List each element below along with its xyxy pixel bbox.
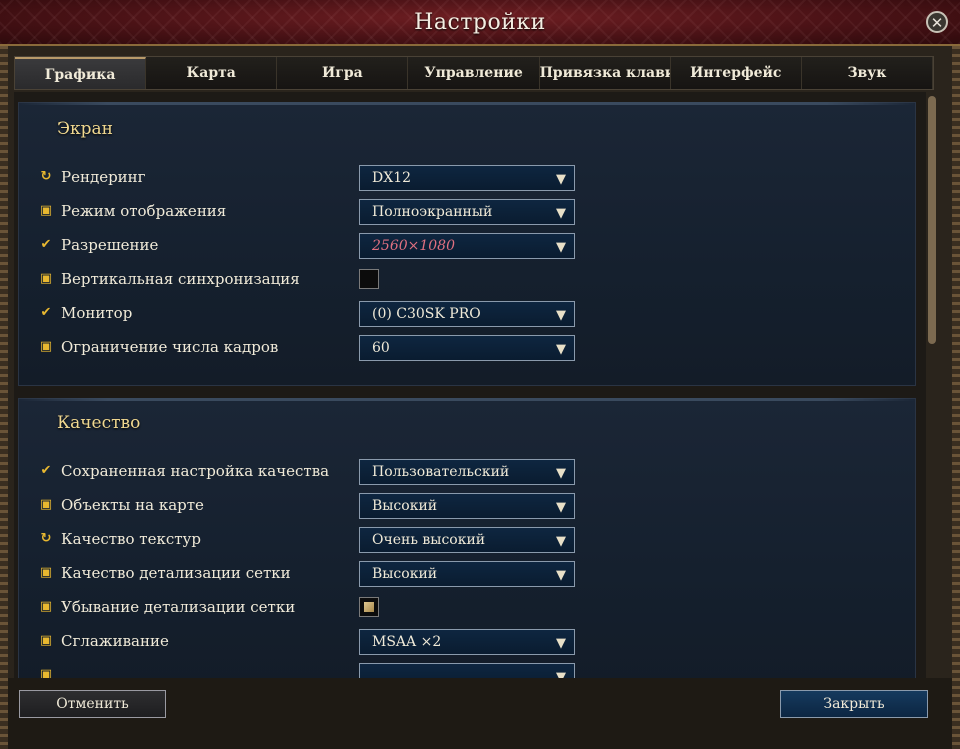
setting-row-resolution: ✔ Разрешение 2560×1080 ▼ xyxy=(39,233,575,259)
setting-row-display-mode: ▣ Режим отображения Полноэкранный ▼ xyxy=(39,199,575,225)
section-quality: Качество ✔ Сохраненная настройка качеств… xyxy=(18,398,916,678)
setting-row-antialiasing: ▣ Сглаживание MSAA ×2 ▼ xyxy=(39,629,575,655)
chevron-down-icon: ▼ xyxy=(556,342,566,357)
dropdown-value: Высокий xyxy=(372,566,438,582)
tab-map[interactable]: Карта xyxy=(146,57,278,89)
save-icon: ▣ xyxy=(39,203,53,218)
dropdown-value: (0) C30SK PRO xyxy=(372,306,481,322)
setting-row-mesh-falloff: ▣ Убывание детализации сетки xyxy=(39,595,569,621)
section-screen: Экран ↻ Рендеринг DX12 ▼ ▣ Режим отображ… xyxy=(18,102,916,386)
save-icon: ▣ xyxy=(39,565,53,580)
monitor-dropdown[interactable]: (0) C30SK PRO ▼ xyxy=(359,301,575,327)
chevron-down-icon: ▼ xyxy=(556,308,566,323)
apply-check-icon: ✔ xyxy=(40,237,52,252)
tab-interface[interactable]: Интерфейс xyxy=(670,57,802,89)
chevron-down-icon: ▼ xyxy=(556,534,566,549)
chevron-down-icon: ▼ xyxy=(556,206,566,221)
save-icon: ▣ xyxy=(39,633,53,648)
title-bar: Настройки ✕ xyxy=(0,0,960,46)
fps-limit-dropdown[interactable]: 60 ▼ xyxy=(359,335,575,361)
chevron-down-icon: ▼ xyxy=(556,172,566,187)
dropdown-value: MSAA ×2 xyxy=(372,634,442,650)
refresh-icon: ↻ xyxy=(40,531,52,546)
refresh-icon: ↻ xyxy=(40,169,52,184)
cancel-button[interactable]: Отменить xyxy=(19,690,166,718)
dropdown-value: DX12 xyxy=(372,170,412,186)
scrollbar-thumb[interactable] xyxy=(928,96,936,344)
section-title: Экран xyxy=(57,119,113,139)
mesh-detail-dropdown[interactable]: Высокий ▼ xyxy=(359,561,575,587)
save-icon: ▣ xyxy=(39,599,53,614)
setting-row-vsync: ▣ Вертикальная синхронизация xyxy=(39,267,569,293)
setting-row-monitor: ✔ Монитор (0) C30SK PRO ▼ xyxy=(39,301,575,327)
setting-label: Режим отображения xyxy=(61,202,227,220)
section-title: Качество xyxy=(57,413,141,433)
setting-row-fps-limit: ▣ Ограничение числа кадров 60 ▼ xyxy=(39,335,575,361)
tab-sound[interactable]: Звук xyxy=(801,57,933,89)
setting-label: Монитор xyxy=(61,304,133,322)
texture-quality-dropdown[interactable]: Очень высокий ▼ xyxy=(359,527,575,553)
mesh-falloff-checkbox[interactable] xyxy=(359,597,379,617)
resolution-dropdown[interactable]: 2560×1080 ▼ xyxy=(359,233,575,259)
setting-row-map-objects: ▣ Объекты на карте Высокий ▼ xyxy=(39,493,575,519)
chevron-down-icon: ▼ xyxy=(556,670,566,678)
settings-content[interactable]: Экран ↻ Рендеринг DX12 ▼ ▣ Режим отображ… xyxy=(14,92,926,678)
chevron-down-icon: ▼ xyxy=(556,636,566,651)
save-icon: ▣ xyxy=(39,271,53,286)
setting-row-mesh-detail: ▣ Качество детализации сетки Высокий ▼ xyxy=(39,561,575,587)
dropdown-value: Высокий xyxy=(372,498,438,514)
map-objects-dropdown[interactable]: Высокий ▼ xyxy=(359,493,575,519)
quality-preset-dropdown[interactable]: Пользовательский ▼ xyxy=(359,459,575,485)
dropdown-value: Пользовательский xyxy=(372,464,510,480)
tab-graphics[interactable]: Графика xyxy=(15,57,147,89)
setting-label: Разрешение xyxy=(61,236,159,254)
dropdown-value: 2560×1080 xyxy=(372,238,455,254)
setting-label: Сглаживание xyxy=(61,632,169,650)
setting-label: Вертикальная синхронизация xyxy=(61,270,300,288)
dropdown-value: Полноэкранный xyxy=(372,204,493,220)
frame-left-border xyxy=(0,46,8,749)
tab-keybindings[interactable]: Привязка клавиш ввода xyxy=(539,57,671,89)
dropdown-value: 60 xyxy=(372,340,390,356)
tab-game[interactable]: Игра xyxy=(277,57,409,89)
frame-right-border xyxy=(952,46,960,749)
chevron-down-icon: ▼ xyxy=(556,240,566,255)
antialiasing-dropdown[interactable]: MSAA ×2 ▼ xyxy=(359,629,575,655)
setting-row-quality-preset: ✔ Сохраненная настройка качества Пользов… xyxy=(39,459,575,485)
save-icon: ▣ xyxy=(39,667,53,679)
partial-dropdown[interactable]: ▼ xyxy=(359,663,575,678)
save-icon: ▣ xyxy=(39,497,53,512)
apply-check-icon: ✔ xyxy=(40,305,52,320)
setting-label: Убывание детализации сетки xyxy=(61,598,296,616)
rendering-dropdown[interactable]: DX12 ▼ xyxy=(359,165,575,191)
setting-row-rendering: ↻ Рендеринг DX12 ▼ xyxy=(39,165,575,191)
chevron-down-icon: ▼ xyxy=(556,500,566,515)
vsync-checkbox[interactable] xyxy=(359,269,379,289)
setting-label: Ограничение числа кадров xyxy=(61,338,279,356)
close-button[interactable]: Закрыть xyxy=(780,690,928,718)
display-mode-dropdown[interactable]: Полноэкранный ▼ xyxy=(359,199,575,225)
chevron-down-icon: ▼ xyxy=(556,466,566,481)
setting-row-partial: ▣ ▼ xyxy=(39,663,575,679)
dropdown-value: Очень высокий xyxy=(372,532,486,548)
apply-check-icon: ✔ xyxy=(40,463,52,478)
setting-row-texture-quality: ↻ Качество текстур Очень высокий ▼ xyxy=(39,527,575,553)
save-icon: ▣ xyxy=(39,339,53,354)
close-icon[interactable]: ✕ xyxy=(926,11,948,33)
setting-label: Объекты на карте xyxy=(61,496,204,514)
tab-controls[interactable]: Управление xyxy=(408,57,540,89)
setting-label: Качество текстур xyxy=(61,530,201,548)
setting-label: Качество детализации сетки xyxy=(61,564,291,582)
chevron-down-icon: ▼ xyxy=(556,568,566,583)
setting-label: Рендеринг xyxy=(61,168,146,186)
setting-label: Сохраненная настройка качества xyxy=(61,462,330,480)
window-title: Настройки xyxy=(414,10,546,35)
settings-tabs: Графика Карта Игра Управление Привязка к… xyxy=(14,56,934,90)
